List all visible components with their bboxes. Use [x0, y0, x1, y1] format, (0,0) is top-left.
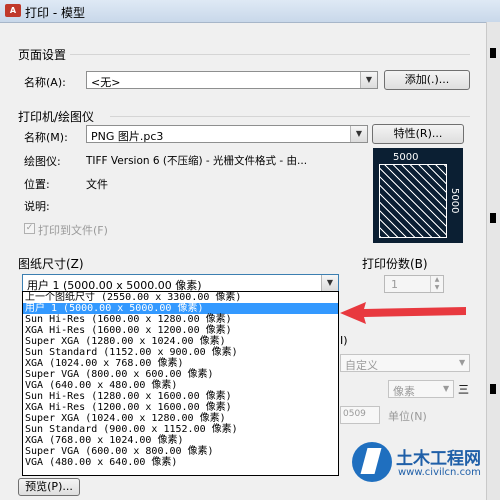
dropdown-option[interactable]: 上一个图纸尺寸 (2550.00 x 3300.00 像素): [23, 292, 338, 303]
dropdown-option[interactable]: XGA (768.00 x 1024.00 像素): [23, 435, 338, 446]
plotter-value: TIFF Version 6 (不压缩) - 光栅文件格式 - 由...: [86, 155, 308, 167]
location-label: 位置:: [24, 178, 50, 191]
site-watermark: 土木工程网 www.civilcn.com: [350, 440, 500, 488]
unit-select: 像素 ▼: [388, 380, 454, 398]
red-arrow-annotation: [340, 302, 466, 324]
unit-value: 像素: [393, 385, 415, 398]
plotter-name-label: 名称(M):: [24, 131, 68, 144]
right-panel-stub: [490, 384, 496, 394]
plot-area-label-fragment: I): [340, 334, 348, 347]
dropdown-option[interactable]: Super XGA (1024.00 x 1280.00 像素): [23, 413, 338, 424]
dropdown-option-selected[interactable]: 用户 1 (5000.00 x 5000.00 像素): [23, 303, 338, 314]
unit-label: 单位(N): [388, 410, 427, 423]
dropdown-option[interactable]: Sun Hi-Res (1280.00 x 1600.00 像素): [23, 391, 338, 402]
dropdown-option[interactable]: Super VGA (800.00 x 600.00 像素): [23, 369, 338, 380]
page-setup-heading: 页面设置: [18, 48, 67, 62]
dropdown-option[interactable]: XGA (1024.00 x 768.00 像素): [23, 358, 338, 369]
autocad-app-icon: A: [5, 4, 21, 17]
window-title: 打印 - 模型: [25, 6, 85, 20]
page-setup-name-select[interactable]: <无> ▼: [86, 71, 378, 89]
paper-size-dropdown[interactable]: 上一个图纸尺寸 (2550.00 x 3300.00 像素) 用户 1 (500…: [22, 291, 339, 476]
description-label: 说明:: [24, 200, 50, 213]
plotter-name-select[interactable]: PNG 图片.pc3 ▼: [86, 125, 368, 143]
dropdown-option[interactable]: Sun Hi-Res (1600.00 x 1280.00 像素): [23, 314, 338, 325]
copies-label: 打印份数(B): [362, 257, 428, 271]
right-panel-stub: [490, 48, 496, 58]
dropdown-option[interactable]: Sun Standard (900.00 x 1152.00 像素): [23, 424, 338, 435]
dropdown-option[interactable]: XGA Hi-Res (1600.00 x 1200.00 像素): [23, 325, 338, 336]
preview-button[interactable]: 预览(P)...: [18, 478, 80, 496]
right-panel-edge: [486, 22, 500, 500]
chevron-down-icon: ▼: [321, 275, 338, 291]
plotter-label: 绘图仪:: [24, 155, 61, 168]
copies-spinner[interactable]: 1 ▲ ▼: [384, 275, 444, 293]
paper-size-heading: 图纸尺寸(Z): [18, 257, 84, 271]
preview-width: 5000: [393, 152, 419, 163]
scale-select: 自定义 ▼: [340, 354, 470, 372]
scale-number-field: 0509: [340, 406, 380, 424]
copies-value: 1: [391, 278, 398, 291]
paper-preview: 5000 5000: [373, 148, 463, 243]
page-setup-name-label: 名称(A):: [24, 76, 66, 89]
watermark-logo-text: 土木工程网: [396, 449, 481, 469]
paper-size-select[interactable]: 用户 1 (5000.00 x 5000.00 像素) ▼: [22, 274, 339, 292]
location-value: 文件: [86, 178, 108, 191]
spinner-arrows-icon: ▲ ▼: [430, 276, 443, 292]
right-panel-stub: [490, 213, 496, 223]
divider: [110, 116, 470, 117]
preview-height: 5000: [449, 188, 460, 214]
equals-fragment: 三: [458, 383, 469, 396]
custom-scale-text: 自定义: [345, 359, 378, 372]
title-bar: A 打印 - 模型: [0, 0, 500, 23]
dropdown-option[interactable]: Super XGA (1280.00 x 1024.00 像素): [23, 336, 338, 347]
watermark-url-text: www.civilcn.com: [398, 467, 481, 478]
dropdown-option[interactable]: VGA (480.00 x 640.00 像素): [23, 457, 338, 468]
watermark-logo-icon: [352, 442, 392, 482]
preview-sheet: [379, 164, 447, 238]
divider: [70, 54, 470, 55]
chevron-down-icon: ▼: [459, 358, 466, 367]
dropdown-option[interactable]: Super VGA (600.00 x 800.00 像素): [23, 446, 338, 457]
dropdown-option[interactable]: XGA Hi-Res (1200.00 x 1600.00 像素): [23, 402, 338, 413]
plotter-name-value: PNG 图片.pc3: [91, 130, 164, 143]
print-to-file-label: 打印到文件(F): [38, 224, 108, 237]
chevron-down-icon: ▼: [443, 384, 450, 393]
plotter-properties-button[interactable]: 特性(R)...: [372, 124, 464, 144]
dropdown-option[interactable]: VGA (640.00 x 480.00 像素): [23, 380, 338, 391]
plotter-heading: 打印机/绘图仪: [18, 110, 95, 124]
add-page-setup-button[interactable]: 添加(.)...: [384, 70, 470, 90]
dropdown-option[interactable]: Sun Standard (1152.00 x 900.00 像素): [23, 347, 338, 358]
scale-number: 0509: [343, 409, 366, 419]
chevron-down-icon: ▼: [350, 126, 367, 142]
chevron-down-icon: ▼: [360, 72, 377, 88]
page-setup-name-value: <无>: [91, 76, 121, 89]
print-to-file-checkbox[interactable]: ✓: [24, 223, 35, 234]
